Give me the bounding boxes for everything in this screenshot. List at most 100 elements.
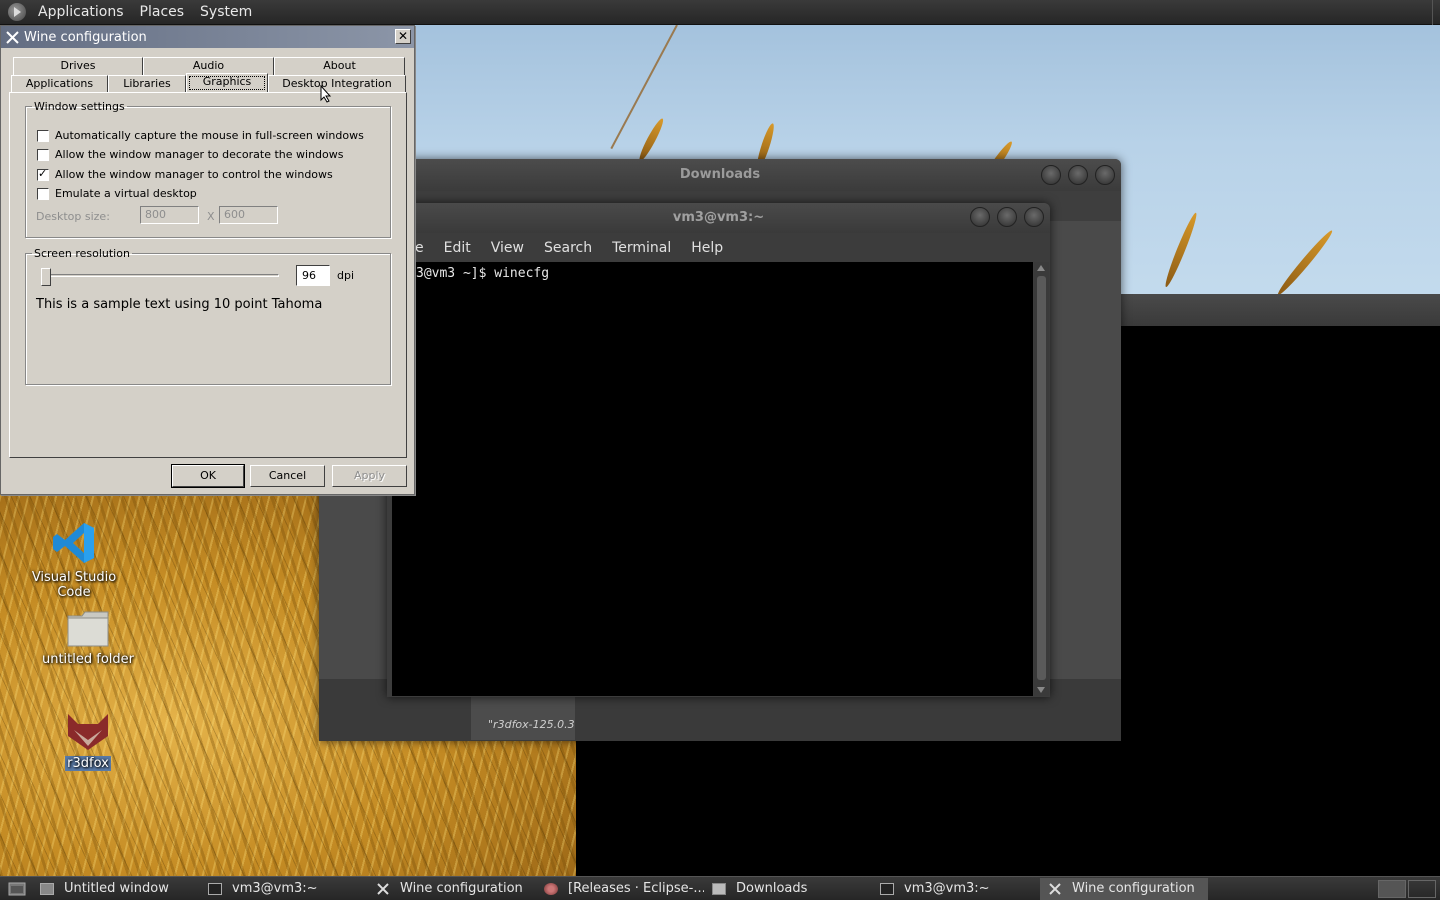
minimize-button[interactable]: [970, 207, 990, 227]
terminal-output[interactable]: 3@vm3 ~]$ winecfg: [392, 262, 1033, 696]
dpi-slider-track[interactable]: [46, 274, 279, 277]
r3dfox-icon: [64, 710, 112, 752]
size-x-label: X: [207, 210, 215, 223]
bottom-taskbar: Untitled window vm3@vm3:~ Wine configura…: [0, 876, 1440, 900]
taskbar-item[interactable]: vm3@vm3:~: [872, 878, 1040, 900]
taskbar-item[interactable]: Wine configuration: [368, 878, 536, 900]
apply-button[interactable]: Apply: [332, 465, 407, 487]
distro-logo-icon[interactable]: [8, 3, 26, 21]
terminal-icon: [880, 882, 894, 895]
option-label: Allow the window manager to decorate the…: [55, 148, 344, 161]
desktop-icon-label: r3dfox: [65, 756, 111, 771]
taskbar-item-active[interactable]: Wine configuration: [1040, 877, 1208, 900]
option-label: Automatically capture the mouse in full-…: [55, 129, 364, 142]
dpi-input[interactable]: 96: [296, 265, 330, 286]
wine-icon: [376, 882, 390, 895]
top-panel: Applications Places System: [0, 0, 1440, 25]
workspace-1[interactable]: [1378, 879, 1406, 898]
workspace-switcher[interactable]: [1374, 878, 1440, 900]
tab-desktop-integration[interactable]: Desktop Integration: [268, 75, 406, 93]
maximize-button[interactable]: [1068, 165, 1088, 185]
option-control-windows[interactable]: Allow the window manager to control the …: [37, 167, 333, 181]
checkbox[interactable]: [37, 129, 49, 142]
tab-graphics[interactable]: Graphics: [186, 73, 268, 93]
checkbox-checked[interactable]: [37, 167, 49, 181]
menu-view[interactable]: View: [491, 240, 524, 256]
tab-drives[interactable]: Drives: [13, 57, 143, 75]
file-item-label[interactable]: "r3dfox-125.0.3.e: [471, 696, 575, 740]
group-title: Screen resolution: [34, 247, 130, 260]
checkbox[interactable]: [37, 187, 49, 200]
reed-stem: [610, 25, 678, 150]
scroll-up-icon[interactable]: [1037, 265, 1045, 271]
desktop-icon-r3dfox[interactable]: r3dfox: [28, 710, 148, 771]
taskbar-item-label: Untitled window: [64, 881, 169, 896]
terminal-window[interactable]: vm3@vm3:~ e Edit View Search Terminal He…: [387, 203, 1050, 697]
system-menu[interactable]: System: [192, 0, 260, 25]
taskbar-item[interactable]: Downloads: [704, 878, 872, 900]
taskbar-item-label: vm3@vm3:~: [232, 881, 318, 896]
terminal-titlebar[interactable]: vm3@vm3:~: [387, 203, 1050, 233]
menu-search[interactable]: Search: [544, 240, 592, 256]
show-desktop-icon[interactable]: [4, 878, 32, 900]
window-title: Wine configuration: [24, 29, 147, 45]
panel-end: [1432, 0, 1440, 25]
scroll-down-icon[interactable]: [1037, 687, 1045, 693]
tab-about[interactable]: About: [274, 57, 405, 75]
places-menu[interactable]: Places: [132, 0, 193, 25]
desktop-icon-vscode[interactable]: Visual Studio Code: [14, 520, 134, 600]
checkbox[interactable]: [37, 148, 49, 161]
close-button[interactable]: [1095, 165, 1115, 185]
maximize-button[interactable]: [997, 207, 1017, 227]
tab-libraries[interactable]: Libraries: [108, 75, 186, 93]
wine-config-titlebar[interactable]: Wine configuration ✕: [1, 26, 414, 48]
option-label: Emulate a virtual desktop: [55, 187, 197, 200]
wine-config-window[interactable]: Wine configuration ✕ Drives Audio About …: [0, 25, 415, 495]
group-title: Window settings: [34, 100, 125, 113]
desktop-height-input[interactable]: 600: [219, 206, 278, 224]
mouse-pointer-icon: [320, 84, 332, 107]
screen-resolution-group: Screen resolution: [25, 247, 391, 385]
close-button[interactable]: [1024, 207, 1044, 227]
taskbar-item[interactable]: Untitled window: [32, 878, 200, 900]
applications-menu[interactable]: Applications: [30, 0, 132, 25]
reed-head: [636, 116, 667, 163]
terminal-icon: [208, 882, 222, 895]
terminal-scrollbar[interactable]: [1034, 262, 1049, 696]
downloads-titlebar[interactable]: Downloads: [319, 159, 1121, 191]
taskbar-item[interactable]: [Releases · Eclipse-...: [536, 878, 704, 900]
menu-help[interactable]: Help: [691, 240, 723, 256]
desktop-width-input[interactable]: 800: [140, 206, 199, 224]
dpi-unit-label: dpi: [337, 269, 355, 282]
option-virtual-desktop[interactable]: Emulate a virtual desktop: [37, 187, 197, 200]
browser-icon: [544, 882, 558, 895]
folder-icon: [712, 882, 726, 895]
desktop-icon-untitled-folder[interactable]: untitled folder: [28, 610, 148, 667]
menu-edit[interactable]: Edit: [444, 240, 471, 256]
ok-button[interactable]: OK: [171, 464, 245, 488]
taskbar-item-label: vm3@vm3:~: [904, 881, 990, 896]
tab-applications[interactable]: Applications: [11, 75, 108, 93]
cancel-button[interactable]: Cancel: [250, 465, 325, 487]
dpi-slider-thumb[interactable]: [41, 268, 51, 286]
reed-head: [1274, 228, 1336, 298]
scroll-thumb[interactable]: [1037, 276, 1046, 680]
desktop-icon-label: Visual Studio Code: [31, 570, 117, 600]
workspace-2[interactable]: [1408, 879, 1436, 898]
taskbar-item-label: Wine configuration: [1072, 881, 1195, 896]
taskbar-item-label: Wine configuration: [400, 881, 523, 896]
vscode-icon: [51, 520, 97, 566]
option-label: Allow the window manager to control the …: [55, 168, 333, 181]
window-title: Downloads: [679, 167, 761, 182]
reed-head: [1162, 211, 1200, 289]
folder-icon: [66, 610, 110, 648]
menu-terminal[interactable]: Terminal: [612, 240, 671, 256]
minimize-button[interactable]: [1041, 165, 1061, 185]
close-button[interactable]: ✕: [395, 29, 411, 44]
option-capture-mouse[interactable]: Automatically capture the mouse in full-…: [37, 129, 364, 142]
taskbar-item-label: Downloads: [736, 881, 808, 896]
option-decorate-windows[interactable]: Allow the window manager to decorate the…: [37, 148, 344, 161]
taskbar-item[interactable]: vm3@vm3:~: [200, 878, 368, 900]
font-sample-text: This is a sample text using 10 point Tah…: [36, 297, 323, 312]
window-title: vm3@vm3:~: [672, 210, 765, 225]
